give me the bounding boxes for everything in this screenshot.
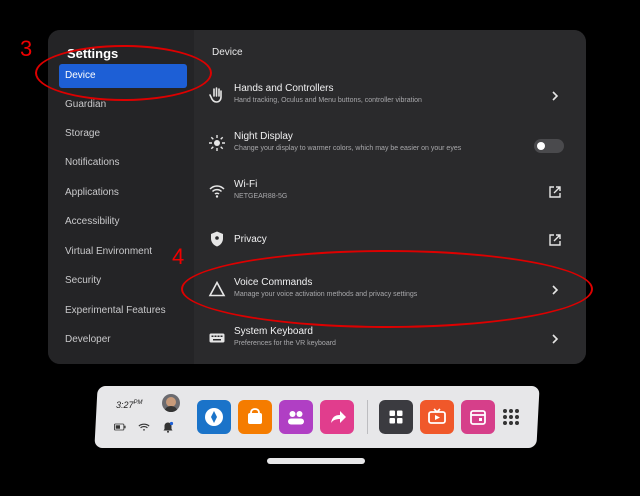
app-events-icon[interactable] xyxy=(461,400,495,434)
row-title: Wi-Fi xyxy=(234,179,258,190)
annotation-oval-device xyxy=(35,45,212,101)
row-title: Night Display xyxy=(234,131,293,142)
taskbar-divider xyxy=(367,400,368,434)
sidebar-item-security[interactable]: Security xyxy=(59,269,187,293)
battery-icon xyxy=(114,423,126,431)
home-bar[interactable] xyxy=(267,458,365,464)
row-subtitle: Change your display to warmer colors, wh… xyxy=(234,145,462,152)
sidebar-item-developer[interactable]: Developer xyxy=(59,328,187,352)
app-people-icon[interactable] xyxy=(279,400,313,434)
annotation-number-3: 3 xyxy=(20,36,33,61)
taskbar: 3:27PM xyxy=(94,386,540,448)
annotation-oval-voice-commands xyxy=(181,250,593,328)
app-grid-icon[interactable] xyxy=(500,406,522,428)
sidebar-item-notifications[interactable]: Notifications xyxy=(59,151,187,175)
row-title: System Keyboard xyxy=(234,326,313,337)
app-library-icon[interactable] xyxy=(379,400,413,434)
clock-time: 3:27 xyxy=(116,400,134,410)
app-share-icon[interactable] xyxy=(320,400,354,434)
row-subtitle: NETGEAR88-5G xyxy=(234,193,288,200)
row-hands-and-controllers[interactable]: Hands and Controllers Hand tracking, Ocu… xyxy=(206,74,572,120)
app-tv-icon[interactable] xyxy=(420,400,454,434)
bell-icon[interactable] xyxy=(162,421,174,433)
wifi-icon xyxy=(138,423,150,431)
sidebar-item-applications[interactable]: Applications xyxy=(59,181,187,205)
app-explore-icon[interactable] xyxy=(197,400,231,434)
row-title: Privacy xyxy=(234,234,267,245)
sidebar-item-accessibility[interactable]: Accessibility xyxy=(59,210,187,234)
shield-icon xyxy=(211,231,223,247)
hand-icon xyxy=(209,87,222,103)
sidebar-item-storage[interactable]: Storage xyxy=(59,122,187,146)
external-link-icon[interactable] xyxy=(548,185,562,199)
row-subtitle: Hand tracking, Oculus and Menu buttons, … xyxy=(234,97,422,104)
section-title: Device xyxy=(212,47,243,58)
row-wifi[interactable]: Wi-Fi NETGEAR88-5G xyxy=(206,170,572,216)
annotation-number-4: 4 xyxy=(172,244,185,269)
keyboard-icon xyxy=(209,333,225,343)
chevron-right-icon[interactable] xyxy=(548,332,562,346)
sidebar-item-virtual-environment[interactable]: Virtual Environment xyxy=(59,240,187,264)
wifi-icon xyxy=(209,185,225,198)
night-display-toggle[interactable] xyxy=(534,139,564,153)
clock: 3:27PM xyxy=(116,400,143,410)
avatar[interactable] xyxy=(162,394,180,412)
clock-ampm: PM xyxy=(133,400,143,406)
row-subtitle: Preferences for the VR keyboard xyxy=(234,340,336,347)
external-link-icon[interactable] xyxy=(548,233,562,247)
sidebar-item-experimental-features[interactable]: Experimental Features xyxy=(59,299,187,323)
row-night-display[interactable]: Night Display Change your display to war… xyxy=(206,122,572,168)
chevron-right-icon[interactable] xyxy=(548,89,562,103)
brightness-icon xyxy=(209,135,225,151)
row-title: Hands and Controllers xyxy=(234,83,334,94)
app-store-icon[interactable] xyxy=(238,400,272,434)
